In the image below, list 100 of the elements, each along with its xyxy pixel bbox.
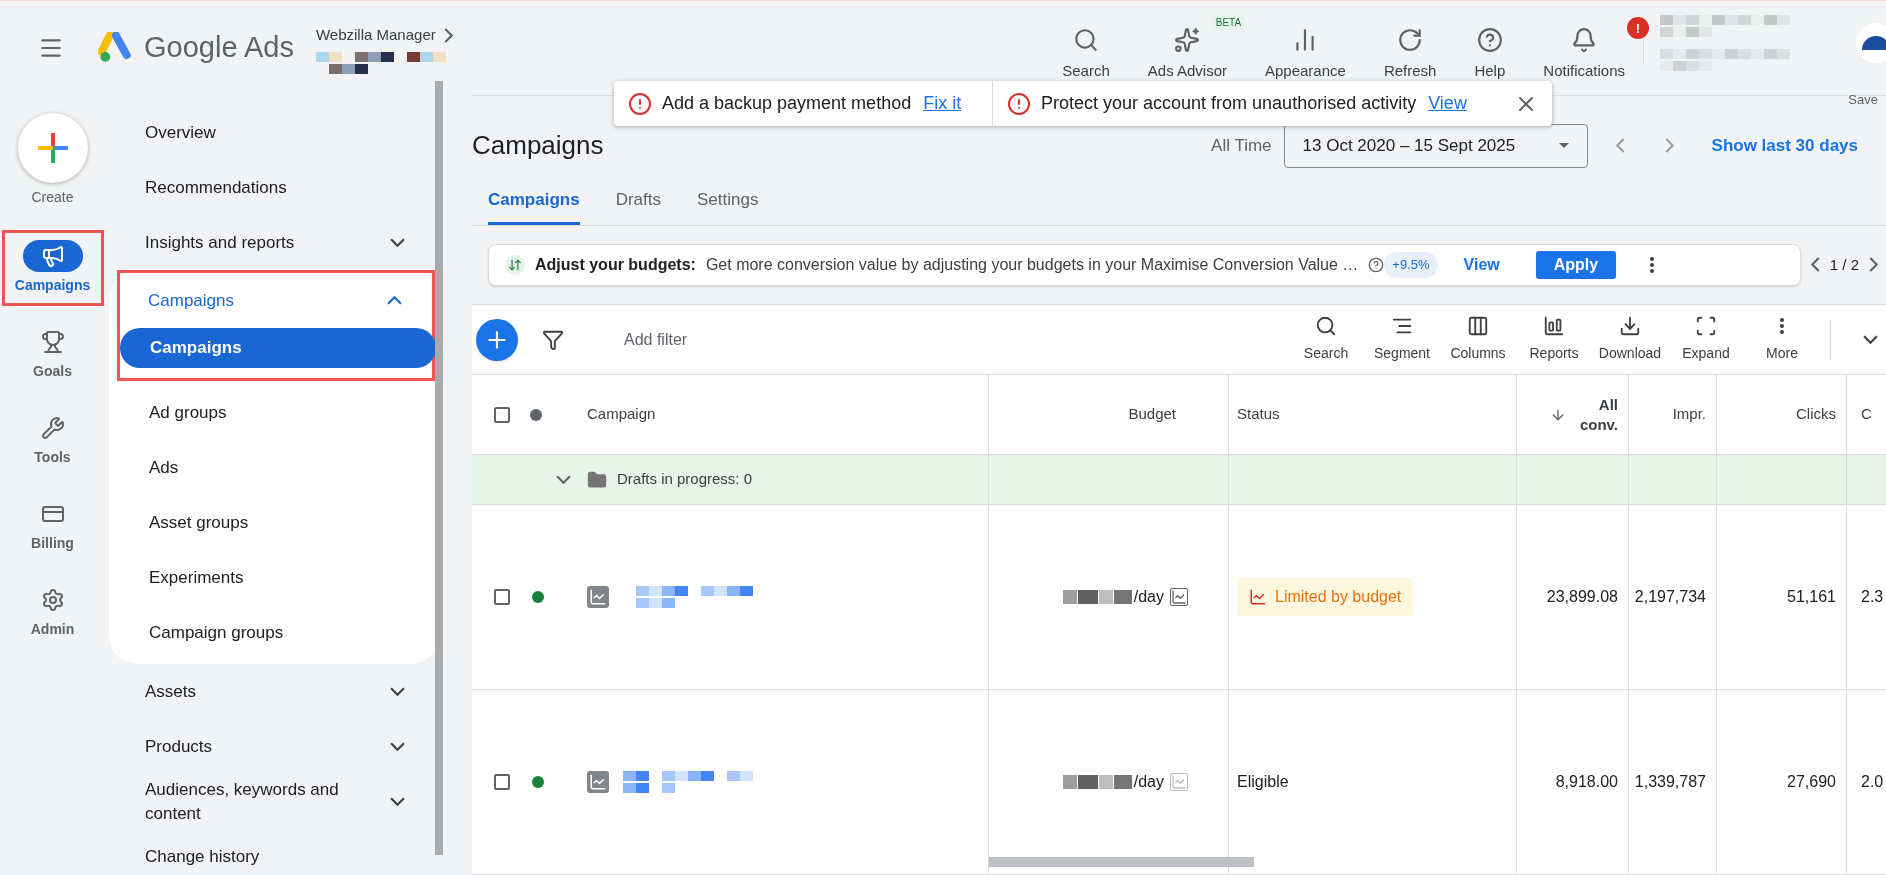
chart-icon[interactable] [1170, 588, 1188, 606]
alert-link[interactable]: View [1428, 90, 1467, 117]
help-icon [1476, 27, 1503, 54]
table-tool-button[interactable]: Segment [1364, 315, 1440, 364]
alert-link[interactable]: Fix it [923, 90, 962, 117]
range-label: All Time [1211, 135, 1272, 158]
table-cell-text: 27,690 [1787, 772, 1836, 792]
chevron-down-icon[interactable] [556, 475, 571, 484]
table-tool-button[interactable]: Search [1288, 315, 1364, 364]
previous-icon[interactable] [1810, 257, 1820, 273]
more-icon [1780, 318, 1784, 334]
table-tool-button[interactable]: More [1744, 315, 1820, 364]
chevron-down-icon [390, 742, 405, 751]
logo-icon [98, 32, 134, 64]
table-tool-button[interactable]: Reports [1516, 315, 1592, 364]
save-label[interactable]: Save [1848, 90, 1878, 110]
nav-item[interactable]: Change history [117, 829, 435, 875]
checkbox[interactable] [494, 589, 510, 605]
horizontal-scrollbar[interactable] [989, 857, 1254, 867]
alert-icon [1007, 91, 1031, 116]
view-link[interactable]: View [1463, 252, 1500, 277]
table-tool-button[interactable]: Download [1592, 315, 1668, 364]
nav-item[interactable]: Campaigns [120, 273, 432, 328]
column-header[interactable]: Budget [1128, 403, 1176, 426]
nav-item[interactable]: Products [117, 719, 435, 774]
alert-text: Protect your account from unauthorised activity [1041, 92, 1417, 115]
chevron-up-icon [387, 296, 402, 305]
rail-item[interactable]: Admin [22, 584, 83, 640]
nav-item[interactable]: Overview [117, 105, 435, 160]
help-icon[interactable] [1368, 256, 1385, 273]
filter-icon[interactable] [542, 328, 564, 351]
checkbox[interactable] [494, 774, 510, 790]
alert-text: Add a backup payment method [662, 92, 912, 115]
alert-icon [628, 91, 652, 116]
table-tool-button[interactable]: Columns [1440, 315, 1516, 364]
nav-item[interactable]: Insights and reports [117, 215, 435, 270]
rail-item[interactable]: Goals [22, 326, 83, 382]
column-header[interactable]: Status [1237, 403, 1280, 426]
tab[interactable]: Campaigns [488, 172, 580, 225]
chevron-right-icon[interactable] [443, 27, 453, 43]
column-header[interactable]: Campaign [587, 403, 656, 426]
toolbar-button[interactable]: Appearance [1263, 27, 1348, 83]
chevron-down-icon [390, 797, 405, 806]
bell-icon [1571, 27, 1598, 54]
add-filter-label[interactable]: Add filter [624, 327, 688, 352]
alert-badge: ! [1627, 17, 1649, 40]
budget-text: /day [1133, 587, 1164, 607]
status-text: Eligible [1237, 772, 1289, 792]
folder-icon [587, 469, 607, 490]
nav-item[interactable]: Audiences, keywords and content [117, 774, 435, 829]
table-cell-text: 2,197,734 [1634, 587, 1706, 607]
nav-subitem[interactable]: Experiments [109, 555, 439, 601]
caret-icon [1558, 143, 1569, 149]
chevron-down-icon [390, 687, 405, 696]
pixelated-amount [1062, 590, 1132, 604]
table-cell-text: 8,918.00 [1555, 772, 1618, 792]
column-header[interactable]: Impr. [1672, 403, 1706, 426]
apply-button[interactable]: Apply [1535, 250, 1617, 279]
avatar[interactable] [1856, 23, 1886, 63]
column-header[interactable]: Clicks [1796, 403, 1836, 426]
chart-icon [587, 586, 609, 608]
product-name: Google Ads [144, 30, 294, 66]
chevron-down-icon[interactable] [1863, 335, 1878, 344]
table-cell-text: 2.0 [1861, 772, 1884, 792]
nav-subitem[interactable]: Ad groups [109, 390, 439, 436]
nav-item[interactable]: Recommendations [117, 160, 435, 215]
tab[interactable]: Settings [697, 172, 759, 225]
add-button[interactable] [476, 318, 518, 361]
date-range-dropdown[interactable]: 13 Oct 2020 – 15 Sept 2025 [1283, 123, 1588, 168]
drafts-label: Drafts in progress: 0 [617, 469, 753, 490]
chevron-down-icon [390, 238, 405, 247]
nav-subitem[interactable]: Asset groups [109, 500, 439, 546]
rail-item[interactable]: Billing [22, 498, 83, 554]
toolbar-button[interactable]: Notifications [1541, 27, 1627, 83]
more-icon[interactable] [1650, 256, 1655, 273]
rail-item[interactable]: Campaigns [14, 240, 91, 296]
account-name[interactable]: Webzilla Manager [315, 23, 436, 47]
search-icon [1073, 27, 1099, 54]
toolbar-button[interactable]: Refresh [1381, 27, 1439, 83]
create-label: Create [31, 188, 74, 207]
rail-item[interactable]: Tools [22, 412, 83, 468]
page-title: Campaigns [472, 129, 604, 163]
nav-item[interactable]: Assets [117, 664, 435, 719]
toolbar-button[interactable]: Search [1060, 27, 1112, 83]
create-button[interactable] [17, 113, 88, 183]
column-header[interactable]: All conv. [1578, 394, 1618, 435]
table-tool-button[interactable]: Expand [1668, 315, 1744, 364]
show-last-link[interactable]: Show last 30 days [1711, 133, 1858, 159]
nav-subitem[interactable]: Campaign groups [109, 610, 439, 656]
column-header[interactable]: C [1861, 403, 1872, 426]
next-icon[interactable] [1869, 257, 1878, 273]
toolbar-button[interactable]: Help [1472, 27, 1508, 83]
checkbox[interactable] [494, 406, 510, 423]
megaphone-icon [40, 244, 65, 268]
nav-subitem[interactable]: Campaigns [120, 328, 436, 368]
chart-icon [1543, 315, 1565, 337]
chart-icon [1249, 588, 1267, 606]
tab[interactable]: Drafts [615, 172, 661, 225]
scrollbar[interactable] [435, 81, 443, 855]
nav-subitem[interactable]: Ads [109, 445, 439, 491]
